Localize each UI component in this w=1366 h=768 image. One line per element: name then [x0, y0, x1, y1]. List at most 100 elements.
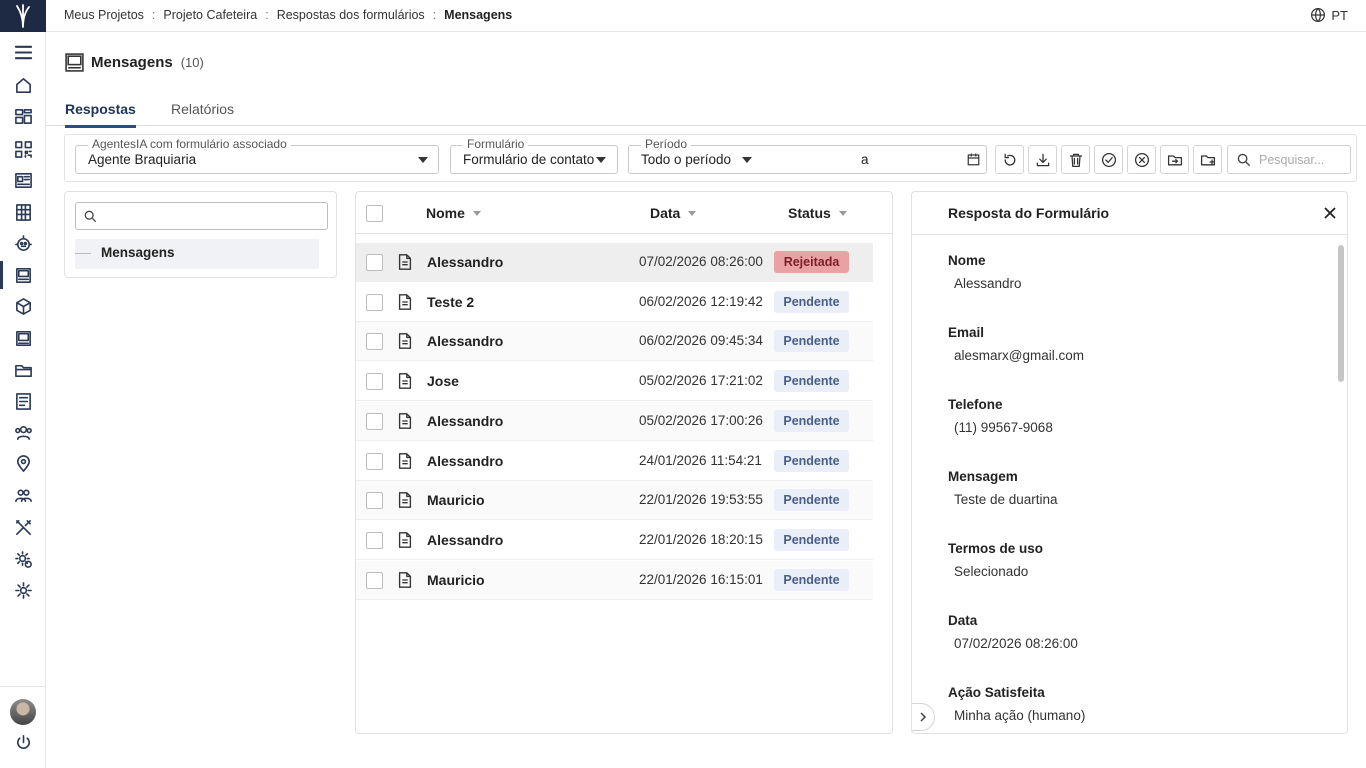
- period-range[interactable]: Período Todo o período a: [628, 137, 987, 174]
- chevron-down-icon: [596, 157, 606, 163]
- table-row[interactable]: Alessandro 06/02/2026 09:45:34 Pendente: [356, 322, 873, 362]
- row-name: Mauricio: [427, 571, 485, 588]
- status-badge: Pendente: [774, 568, 849, 591]
- row-checkbox[interactable]: [366, 333, 383, 351]
- form-select[interactable]: Formulário Formulário de contato: [450, 137, 618, 174]
- column-header-status-label: Status: [788, 205, 831, 221]
- folder-icon[interactable]: [0, 356, 46, 384]
- language-selector[interactable]: PT: [1310, 7, 1348, 23]
- tabs: Respostas Relatórios: [46, 96, 1366, 128]
- row-checkbox[interactable]: [366, 452, 383, 470]
- form-response-detail: Resposta do Formulário Nome Alessandro Ema…: [911, 191, 1348, 734]
- search-placeholder: Pesquisar...: [1259, 153, 1325, 167]
- location-icon[interactable]: [0, 449, 46, 477]
- users-icon[interactable]: [0, 418, 46, 446]
- document-icon: [396, 491, 414, 509]
- reject-button[interactable]: [1127, 145, 1156, 174]
- row-checkbox[interactable]: [366, 571, 383, 589]
- row-checkbox[interactable]: [366, 293, 383, 311]
- detail-title: Resposta do Formulário: [948, 205, 1110, 221]
- content-icon[interactable]: [0, 166, 46, 194]
- move-to-folder-button[interactable]: [1160, 145, 1189, 174]
- collapse-panel-button[interactable]: [912, 703, 935, 731]
- form-select-value: Formulário de contato: [463, 152, 595, 167]
- row-checkbox[interactable]: [366, 531, 383, 549]
- team-icon[interactable]: [0, 481, 46, 509]
- field-label: Email: [948, 325, 985, 340]
- column-header-name[interactable]: Nome: [426, 205, 481, 221]
- breadcrumb-item[interactable]: Respostas dos formulários: [277, 8, 425, 22]
- row-date: 05/02/2026 17:21:02: [639, 373, 763, 389]
- column-header-status[interactable]: Status: [788, 205, 847, 221]
- report-icon[interactable]: [0, 387, 46, 415]
- table-row[interactable]: Mauricio 22/01/2026 16:15:01 Pendente: [356, 560, 873, 600]
- status-badge: Pendente: [774, 528, 849, 551]
- search-input[interactable]: Pesquisar...: [1227, 145, 1351, 174]
- robot-icon[interactable]: [0, 229, 46, 257]
- cube-icon[interactable]: [0, 292, 46, 320]
- forms-icon[interactable]: [0, 261, 46, 289]
- chevron-down-icon: [418, 157, 428, 163]
- column-header-date[interactable]: Data: [650, 205, 697, 221]
- table-row[interactable]: Teste 2 06/02/2026 12:19:42 Pendente: [356, 283, 873, 322]
- dashboard-icon[interactable]: [0, 102, 46, 130]
- avatar[interactable]: [10, 699, 36, 725]
- select-all-checkbox[interactable]: [366, 205, 383, 222]
- sort-icon: [472, 210, 481, 216]
- download-button[interactable]: [1028, 145, 1057, 174]
- gear-icon[interactable]: [0, 576, 46, 604]
- home-icon[interactable]: [0, 71, 46, 99]
- tree-search-input[interactable]: [75, 202, 328, 230]
- row-date: 22/01/2026 18:20:15: [639, 531, 763, 547]
- close-button[interactable]: [1321, 204, 1339, 222]
- row-checkbox[interactable]: [366, 373, 383, 391]
- leaf-logo-icon: [16, 4, 30, 28]
- calendar-icon[interactable]: [966, 152, 981, 167]
- scrollbar[interactable]: [1338, 245, 1344, 382]
- x-circle-icon: [1134, 152, 1149, 167]
- tab-relatorios[interactable]: Relatórios: [171, 101, 234, 125]
- power-icon[interactable]: [0, 728, 46, 756]
- breadcrumb-item[interactable]: Projeto Cafeteira: [163, 8, 257, 22]
- tab-respostas[interactable]: Respostas: [65, 101, 136, 128]
- document-icon: [396, 531, 414, 549]
- sort-icon: [688, 210, 697, 216]
- tree-item-mensagens[interactable]: Mensagens: [75, 239, 319, 269]
- chevron-right-icon: [920, 712, 927, 722]
- refresh-button[interactable]: [995, 145, 1024, 174]
- breadcrumb-item[interactable]: Meus Projetos: [64, 8, 144, 22]
- column-header-name-label: Nome: [426, 205, 465, 221]
- table-row[interactable]: Alessandro 05/02/2026 17:00:26 Pendente: [356, 401, 873, 441]
- period-label: Período: [641, 137, 692, 151]
- table-row[interactable]: Jose 05/02/2026 17:21:02 Pendente: [356, 362, 873, 402]
- monitor-icon[interactable]: [0, 324, 46, 352]
- table-row[interactable]: Alessandro 24/01/2026 11:54:21 Pendente: [356, 442, 873, 481]
- approve-button[interactable]: [1094, 145, 1123, 174]
- new-folder-button[interactable]: [1193, 145, 1222, 174]
- row-checkbox[interactable]: [366, 492, 383, 510]
- menu-icon[interactable]: [0, 38, 46, 66]
- breadcrumb: Meus Projetos : Projeto Cafeteira : Resp…: [64, 8, 512, 22]
- grid-icon[interactable]: [0, 198, 46, 226]
- status-badge: Rejeitada: [774, 251, 849, 273]
- folder-move-icon: [1167, 154, 1182, 165]
- field-value: 07/02/2026 08:26:00: [954, 636, 1078, 651]
- table-row[interactable]: Alessandro 22/01/2026 18:20:15 Pendente: [356, 521, 873, 560]
- settings-admin-icon[interactable]: [0, 545, 46, 573]
- field-value: Minha ação (humano): [954, 708, 1086, 723]
- table-row[interactable]: Mauricio 22/01/2026 19:53:55 Pendente: [356, 481, 873, 521]
- row-date: 06/02/2026 09:45:34: [639, 333, 763, 349]
- row-name: Mauricio: [427, 492, 485, 509]
- period-select-value[interactable]: Todo o período: [641, 152, 731, 167]
- row-checkbox[interactable]: [366, 254, 383, 271]
- status-badge: Pendente: [774, 409, 849, 432]
- document-icon: [396, 412, 414, 430]
- row-checkbox[interactable]: [366, 412, 383, 430]
- qr-code-icon[interactable]: [0, 135, 46, 163]
- table-row[interactable]: Alessandro 07/02/2026 08:26:00 Rejeitada: [356, 243, 873, 282]
- agent-select[interactable]: AgentesIA com formulário associado Agent…: [75, 137, 439, 174]
- tools-icon[interactable]: [0, 513, 46, 541]
- delete-button[interactable]: [1061, 145, 1090, 174]
- app-logo[interactable]: [0, 0, 46, 32]
- row-date: 06/02/2026 12:19:42: [639, 293, 763, 309]
